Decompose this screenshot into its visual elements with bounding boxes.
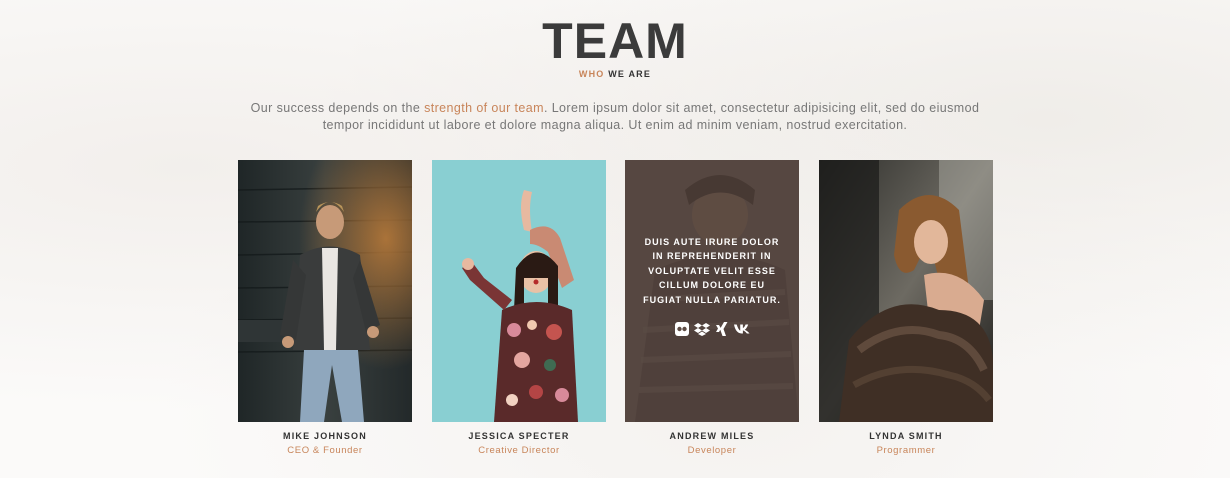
section-title: TEAM (542, 13, 688, 69)
subtitle-accent: WHO (578, 69, 605, 79)
team-card-mike-johnson[interactable] (238, 160, 412, 422)
intro-paragraph: Our success depends on the strength of o… (235, 100, 995, 134)
social-links (674, 321, 750, 337)
member-role: Developer (687, 445, 737, 456)
intro-text-start: Our success depends on the (250, 101, 425, 115)
team-card-jessica-specter[interactable] (432, 160, 606, 422)
member-role: Programmer (876, 445, 936, 456)
member-name: ANDREW MILES (669, 431, 755, 441)
team-card-hover-text: DUIS AUTE IRURE DOLOR IN REPREHENDERIT I… (643, 236, 781, 305)
intro-highlight: strength of our team (424, 101, 544, 115)
team-photo-jessica-specter (432, 160, 606, 422)
team-section: TEAM WHO WE ARE Our success depends on t… (0, 0, 1230, 478)
team-card-andrew-miles[interactable]: DUIS AUTE IRURE DOLOR IN REPREHENDERIT I… (625, 160, 799, 422)
dropbox-icon[interactable] (694, 321, 710, 337)
member-role: Creative Director (478, 445, 560, 456)
section-subtitle: WHO WE ARE (0, 69, 1230, 79)
team-photo-mike-johnson (238, 160, 412, 422)
xing-icon[interactable] (714, 321, 730, 337)
team-card-hover-overlay: DUIS AUTE IRURE DOLOR IN REPREHENDERIT I… (625, 160, 799, 422)
member-role: CEO & Founder (287, 445, 363, 456)
team-photo-lynda-smith (819, 160, 993, 422)
vk-icon[interactable] (734, 321, 750, 337)
team-card-lynda-smith[interactable] (819, 160, 993, 422)
member-name: MIKE JOHNSON (283, 431, 367, 441)
flickr-icon[interactable] (674, 321, 690, 337)
member-name: JESSICA SPECTER (468, 431, 570, 441)
subtitle-rest: WE ARE (608, 69, 652, 79)
member-name: LYNDA SMITH (869, 431, 943, 441)
